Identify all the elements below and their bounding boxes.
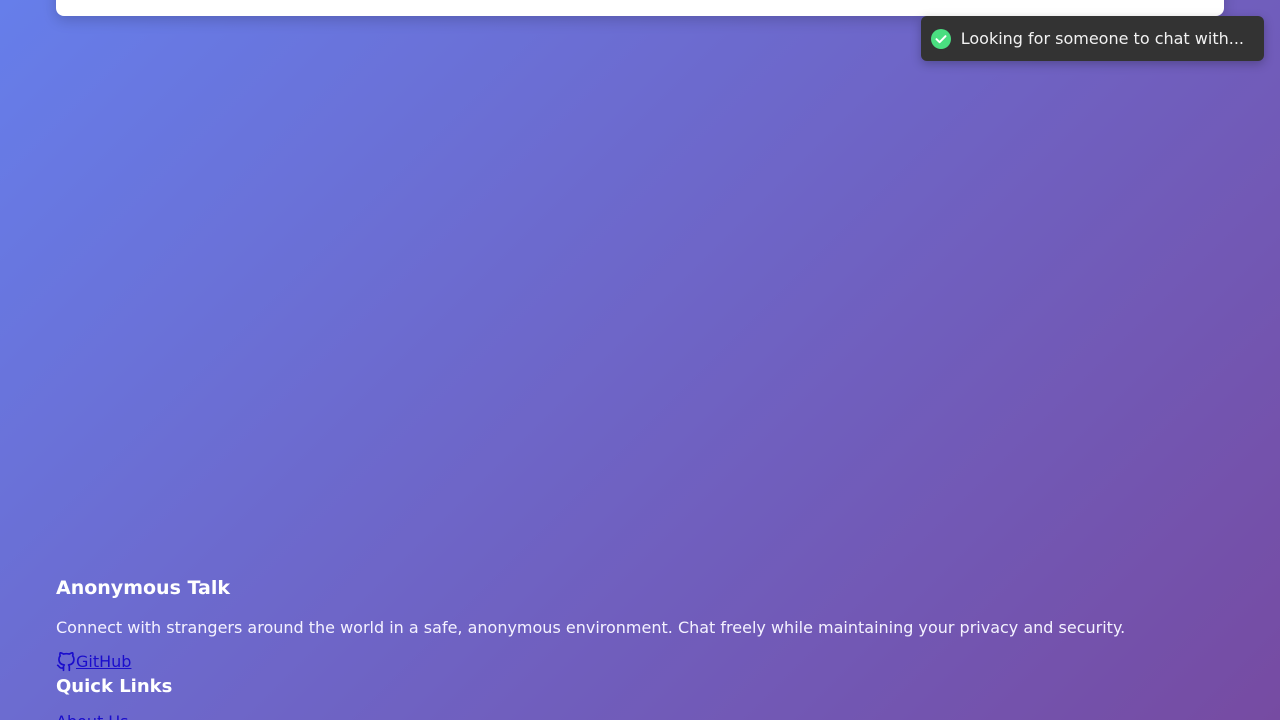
check-circle-icon: [930, 28, 951, 49]
toast-message: Looking for someone to chat with...: [960, 29, 1244, 48]
status-toast: Looking for someone to chat with...: [920, 16, 1264, 61]
list-item: About Us: [56, 710, 1224, 720]
footer-title: Anonymous Talk: [56, 577, 230, 599]
footer: Anonymous Talk Connect with strangers ar…: [56, 574, 1224, 720]
github-icon: [56, 652, 76, 672]
quick-links-title: Quick Links: [56, 676, 173, 697]
main-card: [56, 0, 1224, 16]
quick-links-list: About Us: [56, 710, 1224, 720]
github-link[interactable]: GitHub: [56, 652, 131, 672]
github-label: GitHub: [76, 652, 132, 671]
footer-description: Connect with strangers around the world …: [56, 618, 1126, 637]
about-us-link[interactable]: About Us: [56, 712, 128, 720]
